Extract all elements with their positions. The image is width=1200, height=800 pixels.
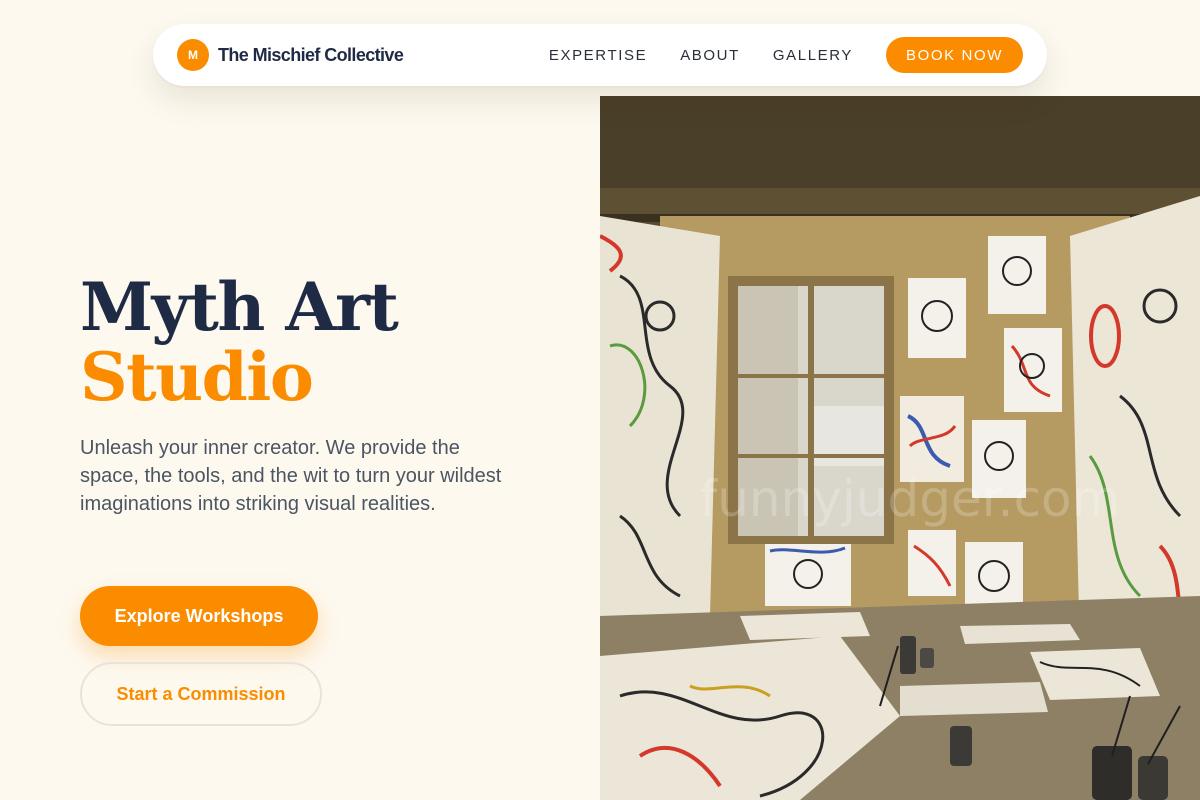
nav-links: EXPERTISE ABOUT GALLERY BOOK NOW: [549, 37, 1023, 73]
hero-title-line2: Studio: [80, 338, 314, 416]
page: M The Mischief Collective EXPERTISE ABOU…: [0, 0, 1200, 800]
hero-title: Myth Art Studio: [80, 268, 399, 416]
image-watermark: funnyjudger.com: [700, 470, 1121, 528]
hero-image-illustration: funnyjudger.com: [600, 96, 1200, 800]
start-commission-button[interactable]: Start a Commission: [80, 662, 322, 726]
brand-name: The Mischief Collective: [218, 44, 404, 65]
nav-link-gallery[interactable]: GALLERY: [773, 47, 853, 64]
explore-workshops-button[interactable]: Explore Workshops: [80, 586, 318, 646]
book-now-button[interactable]: BOOK NOW: [886, 37, 1023, 73]
brand[interactable]: M The Mischief Collective: [177, 39, 404, 71]
hero-description: Unleash your inner creator. We provide t…: [80, 437, 502, 515]
hero-image: funnyjudger.com: [600, 96, 1200, 800]
hero-title-line1: Myth Art: [80, 268, 399, 346]
navbar: M The Mischief Collective EXPERTISE ABOU…: [153, 24, 1047, 86]
nav-link-about[interactable]: ABOUT: [680, 47, 740, 64]
brand-logo: M: [177, 39, 209, 71]
nav-link-expertise[interactable]: EXPERTISE: [549, 47, 647, 64]
